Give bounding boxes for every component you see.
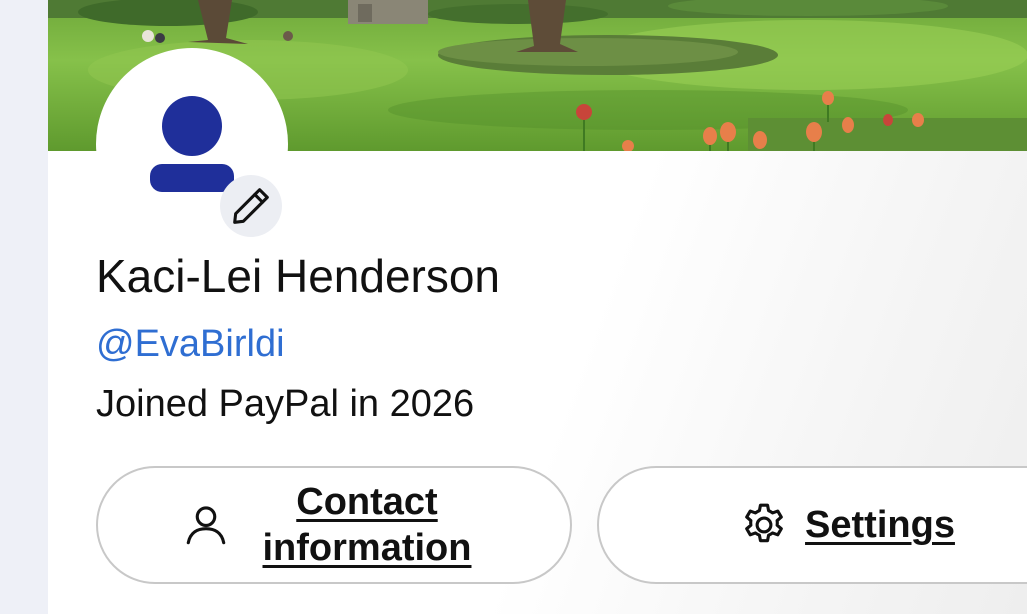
left-rail	[0, 0, 48, 614]
profile-name: Kaci-Lei Henderson	[96, 250, 501, 302]
gear-icon	[739, 500, 789, 550]
person-outline-icon	[181, 500, 231, 550]
joined-date: Joined PayPal in 2026	[96, 383, 475, 425]
profile-page: Kaci-Lei Henderson @EvaBirldi Joined Pay…	[0, 0, 1027, 614]
contact-information-button[interactable]: Contact information	[96, 466, 572, 584]
settings-button[interactable]: Settings	[597, 466, 1027, 584]
edit-avatar-button[interactable]	[220, 175, 282, 237]
profile-handle[interactable]: @EvaBirldi	[96, 320, 285, 368]
contact-information-label: Contact information	[262, 481, 472, 569]
profile-card: Kaci-Lei Henderson @EvaBirldi Joined Pay…	[48, 0, 1027, 614]
settings-label: Settings	[805, 504, 955, 546]
pencil-icon	[233, 188, 269, 224]
